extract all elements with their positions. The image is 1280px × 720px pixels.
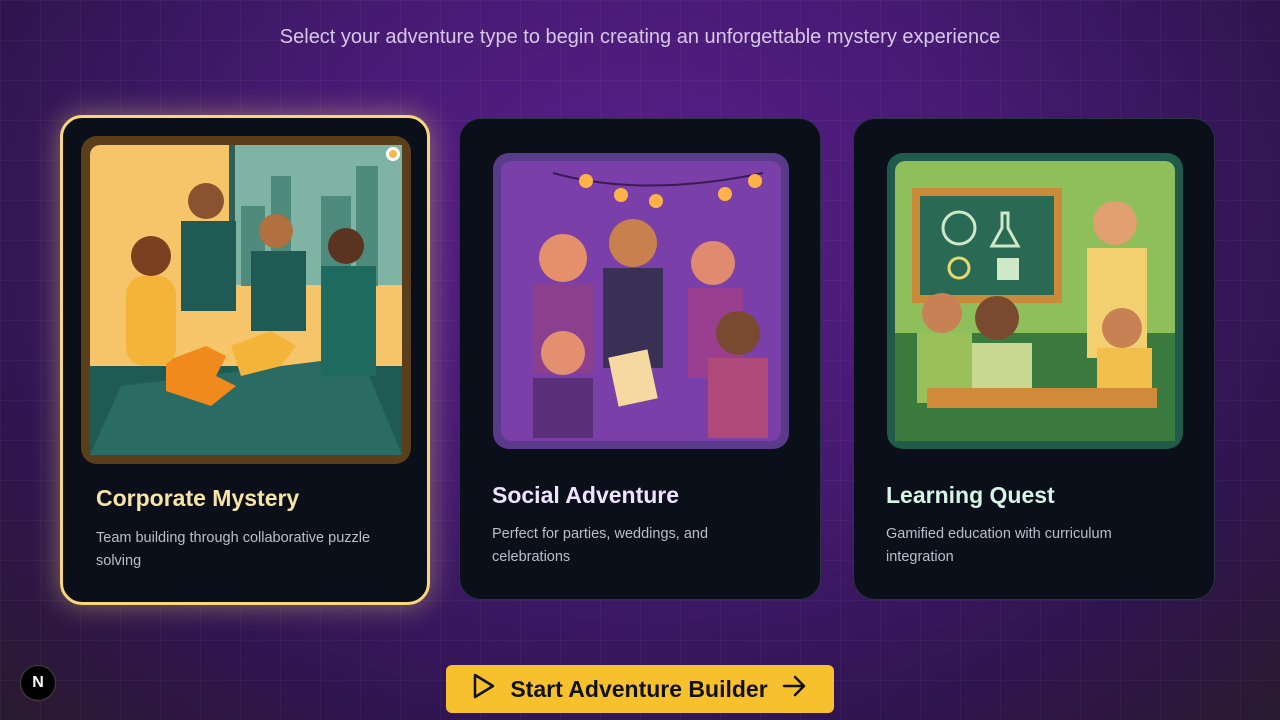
adventure-card-corporate[interactable]: Corporate Mystery Team building through … [60, 115, 430, 605]
page-subtitle: Select your adventure type to begin crea… [279, 26, 1001, 48]
adventure-card-learning[interactable]: Learning Quest Gamified education with c… [853, 118, 1215, 600]
card-title: Social Adventure [492, 482, 680, 508]
corporate-illustration [81, 136, 411, 464]
card-title: Corporate Mystery [96, 485, 300, 511]
social-illustration [493, 153, 789, 449]
selected-indicator [386, 147, 400, 161]
start-adventure-builder-button[interactable]: Start Adventure Builder [446, 665, 834, 713]
adventure-card-social[interactable]: Social Adventure Perfect for parties, we… [459, 118, 821, 600]
dev-tools-badge[interactable]: N [20, 665, 56, 701]
card-description: Team building through collaborative puzz… [96, 530, 371, 569]
play-icon [472, 673, 496, 705]
badge-label: N [32, 674, 44, 691]
card-description: Perfect for parties, weddings, and celeb… [492, 526, 709, 565]
learning-illustration [887, 153, 1183, 449]
arrow-right-icon [782, 675, 808, 703]
cta-label: Start Adventure Builder [510, 675, 768, 702]
card-title: Learning Quest [886, 482, 1055, 508]
card-description: Gamified education with curriculum integ… [886, 526, 1112, 565]
